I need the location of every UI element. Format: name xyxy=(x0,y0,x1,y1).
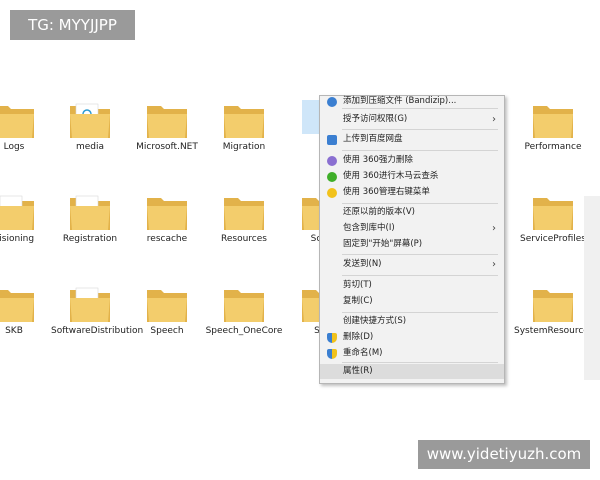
menu-item-label: 创建快捷方式(S) xyxy=(343,316,407,326)
folder-label: Speech_OneCore xyxy=(205,326,283,336)
menu-separator xyxy=(342,129,498,130)
menu-item-label: 剪切(T) xyxy=(343,280,372,290)
shield-icon xyxy=(327,333,337,343)
folder-icon xyxy=(68,100,112,140)
menu-item[interactable]: 包含到库中(I) › xyxy=(320,221,504,236)
folder-item[interactable]: Speech_OneCore xyxy=(205,284,283,337)
folder-label: rescache xyxy=(146,234,188,244)
folder-label: media xyxy=(75,142,105,152)
folder-item[interactable]: Logs xyxy=(0,100,53,153)
menu-item[interactable]: 固定到"开始"屏幕(P) xyxy=(320,237,504,252)
folder-item[interactable]: Migration xyxy=(205,100,283,153)
folder-icon xyxy=(145,100,189,140)
menu-item-label: 属性(R) xyxy=(343,366,373,376)
folder-item[interactable]: SoftwareDistribution xyxy=(51,284,144,337)
menu-item-label: 包含到库中(I) xyxy=(343,223,395,233)
menu-item[interactable]: 属性(R) xyxy=(320,364,504,379)
menu-item[interactable]: 添加到压缩文件 (Bandizip)... xyxy=(320,94,504,109)
menu-separator xyxy=(342,312,498,313)
menu-item[interactable]: 上传到百度网盘 xyxy=(320,132,504,147)
folder-item[interactable]: Registration xyxy=(51,192,129,245)
folder-icon xyxy=(531,284,575,324)
menu-item[interactable]: 授予访问权限(G) › xyxy=(320,112,504,127)
menu-item[interactable]: 使用 360强力删除 xyxy=(320,153,504,168)
menu-item-label: 使用 360进行木马云查杀 xyxy=(343,171,439,181)
folder-item[interactable]: visioning xyxy=(0,192,53,245)
menu-item-label: 固定到"开始"屏幕(P) xyxy=(343,239,423,249)
menu-item-label: 授予访问权限(G) xyxy=(343,114,408,124)
folder-label: SKB xyxy=(5,326,23,336)
folder-icon xyxy=(222,100,266,140)
menu-item-label: 添加到压缩文件 (Bandizip)... xyxy=(343,96,457,106)
360-scan-icon xyxy=(327,172,337,182)
folder-item[interactable]: Microsoft.NET xyxy=(128,100,206,153)
folder-icon xyxy=(222,284,266,324)
watermark-top: TG: MYYJJPP xyxy=(10,10,135,40)
folder-label: Speech xyxy=(150,326,184,336)
menu-item-label: 上传到百度网盘 xyxy=(343,134,403,144)
folder-label: Registration xyxy=(62,234,118,244)
menu-separator xyxy=(342,362,498,363)
folder-label: Logs xyxy=(3,142,25,152)
folder-item[interactable]: media xyxy=(51,100,129,153)
folder-label: Resources xyxy=(221,234,267,244)
folder-item[interactable]: Performance xyxy=(514,100,592,153)
folder-icon xyxy=(145,192,189,232)
folder-icon xyxy=(0,100,36,140)
menu-item[interactable]: 发送到(N) › xyxy=(320,257,504,272)
menu-item-label: 删除(D) xyxy=(343,332,374,342)
folder-label: Performance xyxy=(524,142,582,152)
folder-label: SystemResources xyxy=(514,326,594,336)
folder-item[interactable]: Speech xyxy=(128,284,206,337)
menu-item-label: 复制(C) xyxy=(343,296,373,306)
baidu-cloud-icon xyxy=(327,135,337,145)
menu-item[interactable]: 删除(D) xyxy=(320,330,504,345)
bandizip-icon xyxy=(327,97,337,107)
menu-item[interactable]: 使用 360管理右键菜单 xyxy=(320,185,504,200)
folder-item[interactable]: SystemResources xyxy=(514,284,594,337)
folder-label: ServiceProfiles xyxy=(520,234,586,244)
menu-item-label: 发送到(N) xyxy=(343,259,382,269)
360-manage-icon xyxy=(327,188,337,198)
folder-label: Microsoft.NET xyxy=(136,142,198,152)
chevron-right-icon: › xyxy=(492,223,496,234)
folder-icon xyxy=(0,192,36,232)
menu-item[interactable]: 创建快捷方式(S) xyxy=(320,314,504,329)
folder-item[interactable]: ServiceProfiles xyxy=(514,192,592,245)
watermark-bottom: www.yidetiyuzh.com xyxy=(418,440,590,469)
menu-separator xyxy=(342,203,498,204)
chevron-right-icon: › xyxy=(492,259,496,270)
folder-icon xyxy=(531,100,575,140)
menu-item-label: 使用 360管理右键菜单 xyxy=(343,187,430,197)
folder-item[interactable]: Resources xyxy=(205,192,283,245)
menu-separator xyxy=(342,275,498,276)
folder-item[interactable]: rescache xyxy=(128,192,206,245)
menu-item-label: 使用 360强力删除 xyxy=(343,155,413,165)
menu-item[interactable]: 还原以前的版本(V) xyxy=(320,205,504,220)
folder-label: Migration xyxy=(222,142,266,152)
folder-icon xyxy=(68,284,112,324)
shield-icon xyxy=(327,349,337,359)
menu-separator xyxy=(342,254,498,255)
folder-icon xyxy=(222,192,266,232)
menu-item[interactable]: 重命名(M) xyxy=(320,346,504,361)
menu-separator xyxy=(342,150,498,151)
folder-icon xyxy=(145,284,189,324)
folder-icon xyxy=(0,284,36,324)
menu-item[interactable]: 使用 360进行木马云查杀 xyxy=(320,169,504,184)
file-explorer-pane: Logs media Microsoft.NET MigrationO Perf… xyxy=(0,98,600,380)
menu-item-label: 重命名(M) xyxy=(343,348,383,358)
menu-item[interactable]: 剪切(T) xyxy=(320,278,504,293)
menu-item[interactable]: 复制(C) xyxy=(320,294,504,309)
folder-label: visioning xyxy=(0,234,35,244)
folder-icon xyxy=(531,192,575,232)
360-delete-icon xyxy=(327,156,337,166)
context-menu: 添加到压缩文件 (Bandizip)... 授予访问权限(G) › 上传到百度网盘 使用… xyxy=(319,95,505,384)
menu-item-label: 还原以前的版本(V) xyxy=(343,207,415,217)
folder-label: SoftwareDistribution xyxy=(51,326,144,336)
folder-icon xyxy=(68,192,112,232)
chevron-right-icon: › xyxy=(492,114,496,125)
scrollbar[interactable] xyxy=(584,196,600,380)
folder-item[interactable]: SKB xyxy=(0,284,53,337)
